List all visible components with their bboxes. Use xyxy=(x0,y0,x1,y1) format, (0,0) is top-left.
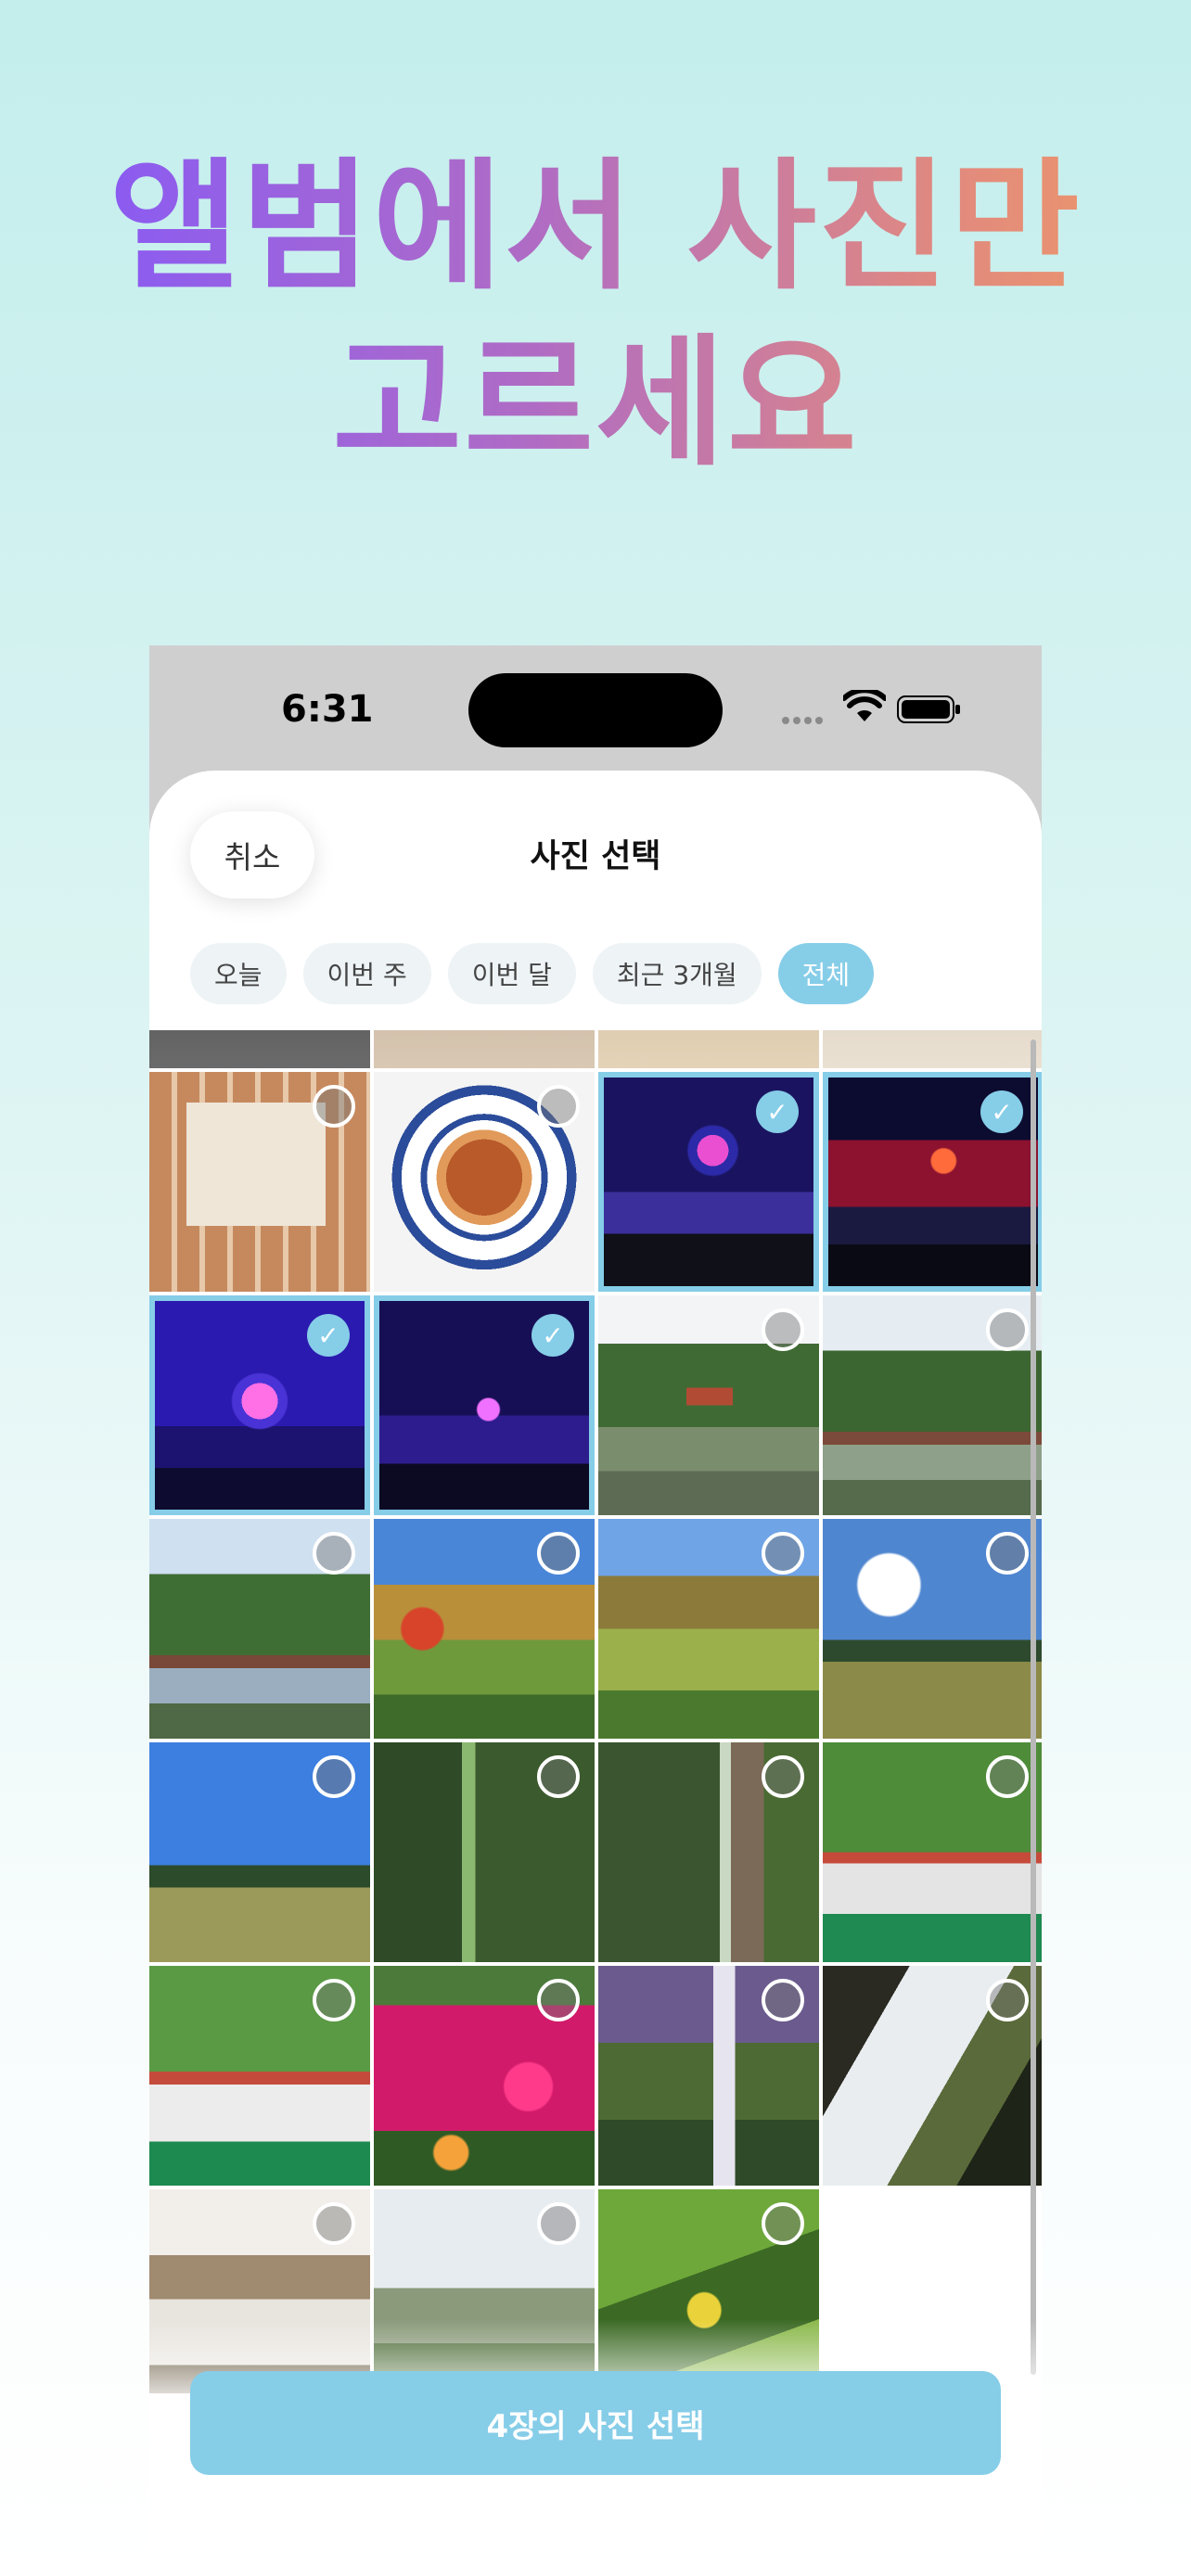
photo-cell[interactable] xyxy=(598,1742,819,1962)
select-circle-icon[interactable] xyxy=(537,1979,580,2021)
checkmark-icon[interactable]: ✓ xyxy=(980,1090,1023,1133)
photo-cell[interactable] xyxy=(149,1742,370,1962)
photo-cell[interactable] xyxy=(598,1966,819,2186)
select-circle-icon[interactable] xyxy=(762,1308,804,1351)
signal-icon xyxy=(782,710,826,728)
select-circle-icon[interactable] xyxy=(313,1085,355,1128)
photo-cell[interactable] xyxy=(823,1742,1042,1962)
photo-cell[interactable] xyxy=(149,1030,370,1068)
phone-screen: 6:31 취소 사진 선택 오늘 이번 주 이번 달 최근 3개월 전체 ✓ ✓… xyxy=(149,645,1042,2576)
photo-cell[interactable] xyxy=(374,1030,595,1068)
select-circle-icon[interactable] xyxy=(313,2202,355,2245)
photo-cell-selected[interactable]: ✓ xyxy=(823,1072,1042,1292)
select-circle-icon[interactable] xyxy=(537,1532,580,1575)
photo-cell[interactable] xyxy=(823,1295,1042,1515)
sheet-title: 사진 선택 xyxy=(530,838,661,875)
select-circle-icon[interactable] xyxy=(986,1979,1029,2021)
photo-cell[interactable] xyxy=(374,1742,595,1962)
photo-cell-selected[interactable]: ✓ xyxy=(149,1295,370,1515)
filter-chip-this-week[interactable]: 이번 주 xyxy=(302,943,431,1004)
photo-cell[interactable] xyxy=(823,1966,1042,2186)
photo-thumbnail xyxy=(598,1030,819,1068)
checkmark-icon[interactable]: ✓ xyxy=(307,1314,350,1357)
select-circle-icon[interactable] xyxy=(986,1755,1029,1798)
select-circle-icon[interactable] xyxy=(313,1979,355,2021)
photo-picker-sheet: 취소 사진 선택 오늘 이번 주 이번 달 최근 3개월 전체 ✓ ✓ ✓ ✓ xyxy=(149,771,1042,2576)
headline-line-1: 앨범에서 사진만 xyxy=(109,145,1082,309)
select-circle-icon[interactable] xyxy=(313,1532,355,1575)
select-circle-icon[interactable] xyxy=(986,1308,1029,1351)
select-circle-icon[interactable] xyxy=(986,1532,1029,1575)
photo-cell-selected[interactable]: ✓ xyxy=(374,1295,595,1515)
battery-icon xyxy=(897,695,960,723)
photo-thumbnail xyxy=(374,1030,595,1068)
photo-cell[interactable] xyxy=(149,1072,370,1292)
photo-grid: ✓ ✓ ✓ ✓ xyxy=(149,1030,1042,2393)
select-circle-icon[interactable] xyxy=(762,1755,804,1798)
status-bar: 6:31 xyxy=(149,645,1042,771)
select-circle-icon[interactable] xyxy=(762,1532,804,1575)
photo-cell[interactable] xyxy=(598,1295,819,1515)
filter-chip-last-3-months[interactable]: 최근 3개월 xyxy=(592,943,762,1004)
photo-cell[interactable] xyxy=(149,1966,370,2186)
status-time: 6:31 xyxy=(281,688,374,731)
select-circle-icon[interactable] xyxy=(537,2202,580,2245)
photo-cell[interactable] xyxy=(823,1519,1042,1739)
photo-cell[interactable] xyxy=(374,1072,595,1292)
date-filter-bar: 오늘 이번 주 이번 달 최근 3개월 전체 xyxy=(190,943,875,1004)
photo-cell[interactable] xyxy=(374,1519,595,1739)
photo-cell[interactable] xyxy=(149,1519,370,1739)
checkmark-icon[interactable]: ✓ xyxy=(756,1090,799,1133)
select-circle-icon[interactable] xyxy=(313,1755,355,1798)
photo-thumbnail xyxy=(823,1030,1042,1068)
scrollbar[interactable] xyxy=(1031,1039,1036,2375)
wifi-icon xyxy=(843,690,886,721)
headline: 앨범에서 사진만 고르세요 xyxy=(0,139,1191,491)
confirm-selection-button[interactable]: 4장의 사진 선택 xyxy=(190,2371,1001,2475)
select-circle-icon[interactable] xyxy=(762,2202,804,2245)
filter-chip-all[interactable]: 전체 xyxy=(777,943,875,1004)
filter-chip-today[interactable]: 오늘 xyxy=(190,943,287,1004)
select-circle-icon[interactable] xyxy=(762,1979,804,2021)
photo-cell[interactable] xyxy=(823,1030,1042,1068)
dynamic-island xyxy=(468,673,723,747)
checkmark-icon[interactable]: ✓ xyxy=(531,1314,574,1357)
photo-cell[interactable] xyxy=(374,1966,595,2186)
photo-thumbnail xyxy=(149,1030,370,1068)
headline-line-2: 고르세요 xyxy=(332,321,859,485)
filter-chip-this-month[interactable]: 이번 달 xyxy=(447,943,576,1004)
photo-cell[interactable] xyxy=(598,1030,819,1068)
select-circle-icon[interactable] xyxy=(537,1085,580,1128)
select-circle-icon[interactable] xyxy=(537,1755,580,1798)
photo-cell[interactable] xyxy=(598,1519,819,1739)
photo-cell-selected[interactable]: ✓ xyxy=(598,1072,819,1292)
